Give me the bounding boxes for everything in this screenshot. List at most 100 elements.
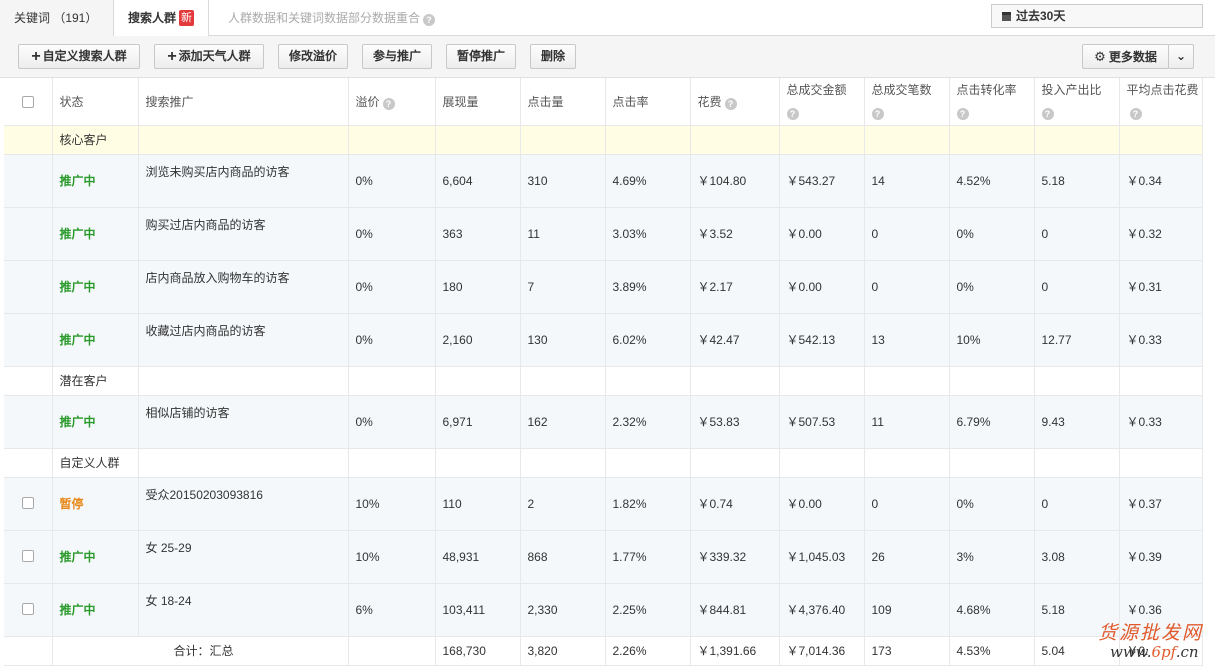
row-select-cell xyxy=(4,583,53,637)
row-status[interactable]: 暂停 xyxy=(52,477,139,531)
join-promo-button[interactable]: 参与推广 xyxy=(362,44,432,69)
add-custom-crowd-button[interactable]: + 自定义搜索人群 xyxy=(18,44,140,69)
row-cvr: 0% xyxy=(949,260,1035,314)
row-premium[interactable]: 10% xyxy=(348,530,436,584)
group-cell xyxy=(779,448,865,478)
row-status[interactable]: 推广中 xyxy=(52,395,139,449)
row-sales: ￥507.53 xyxy=(779,395,865,449)
tab-bar: 关键词 （191） 搜索人群新 人群数据和关键词数据部分数据重合? 过去30天 xyxy=(0,0,1215,37)
col-total-orders[interactable]: 总成交笔数? xyxy=(864,78,950,126)
table-row[interactable]: 推广中 相似店铺的访客 0% 6,971 162 2.32% ￥53.83 ￥507.53 11… xyxy=(4,395,1203,449)
col-clicks[interactable]: 点击量 xyxy=(520,78,606,126)
col-total-sales[interactable]: 总成交金额? xyxy=(779,78,865,126)
row-ctr: 4.69% xyxy=(605,154,691,208)
more-data-button[interactable]: ⚙ 更多数据 xyxy=(1082,44,1169,69)
pause-promo-button[interactable]: 暂停推广 xyxy=(446,44,516,69)
row-crowd-name: 店内商品放入购物车的访客 xyxy=(138,260,349,314)
table-row[interactable]: 推广中女 18-24 6% 103,411 2,330 2.25% ￥844.81 ￥4,3… xyxy=(4,583,1203,637)
row-orders: 0 xyxy=(864,207,950,261)
row-clicks: 2,330 xyxy=(520,583,606,637)
table-row[interactable]: 推广中 店内商品放入购物车的访客 0% 180 7 3.89% ￥2.17 ￥0.00 0 0% 0… xyxy=(4,260,1203,314)
group-cell xyxy=(1119,366,1203,396)
col-roi[interactable]: 投入产出比? xyxy=(1034,78,1120,126)
total-premium xyxy=(348,636,436,666)
group-cell xyxy=(864,125,950,155)
table-row[interactable]: 推广中 收藏过店内商品的访客 0% 2,160 130 6.02% ￥42.47 ￥542.1… xyxy=(4,313,1203,367)
row-status[interactable]: 推广中 xyxy=(52,207,139,261)
group-cell xyxy=(520,448,606,478)
row-impressions: 2,160 xyxy=(435,313,521,367)
col-ctr[interactable]: 点击率 xyxy=(605,78,691,126)
row-ctr: 1.82% xyxy=(605,477,691,531)
group-cell xyxy=(949,366,1035,396)
row-roi: 12.77 xyxy=(1034,313,1120,367)
row-premium[interactable]: 6% xyxy=(348,583,436,637)
row-checkbox[interactable] xyxy=(21,550,34,563)
add-custom-crowd-label: 自定义搜索人群 xyxy=(42,49,127,63)
row-ctr: 3.03% xyxy=(605,207,691,261)
row-premium[interactable]: 0% xyxy=(348,260,436,314)
row-premium[interactable]: 0% xyxy=(348,313,436,367)
help-icon[interactable]: ? xyxy=(382,97,395,110)
tab-search-crowd[interactable]: 搜索人群新 xyxy=(114,0,209,37)
col-impressions[interactable]: 展现量 xyxy=(435,78,521,126)
col-avg-cpc[interactable]: 平均点击花费? xyxy=(1119,78,1203,126)
help-icon[interactable]: ? xyxy=(423,14,436,26)
row-cpc: ￥0.37 xyxy=(1119,477,1203,531)
row-clicks: 130 xyxy=(520,313,606,367)
row-sales: ￥4,376.40 xyxy=(779,583,865,637)
table-row[interactable]: 推广中 浏览未购买店内商品的访客 0% 6,604 310 4.69% ￥104.80 ￥54… xyxy=(4,154,1203,208)
row-select-cell xyxy=(4,154,53,208)
help-icon[interactable]: ? xyxy=(871,108,884,121)
row-checkbox[interactable] xyxy=(21,603,34,616)
total-cvr: 4.53% xyxy=(949,636,1035,666)
row-orders: 109 xyxy=(864,583,950,637)
row-crowd-name: 浏览未购买店内商品的访客 xyxy=(138,154,349,208)
row-premium[interactable]: 0% xyxy=(348,154,436,208)
row-roi: 0 xyxy=(1034,260,1120,314)
edit-premium-button[interactable]: 修改溢价 xyxy=(278,44,348,69)
row-status[interactable]: 推广中 xyxy=(52,583,139,637)
add-weather-crowd-button[interactable]: + 添加天气人群 xyxy=(154,44,264,69)
table-row[interactable]: 推广中女 25-29 10% 48,931 868 1.77% ￥339.32 ￥1,045… xyxy=(4,530,1203,584)
tab-keywords-label: 关键词 （191） xyxy=(14,11,98,25)
group-label: 自定义人群 xyxy=(52,448,139,478)
group-cell xyxy=(1119,125,1203,155)
delete-button[interactable]: 删除 xyxy=(530,44,576,69)
row-premium[interactable]: 0% xyxy=(348,395,436,449)
row-cpc: ￥0.33 xyxy=(1119,313,1203,367)
row-checkbox[interactable] xyxy=(21,497,34,510)
more-data-dropdown[interactable]: ⌄ xyxy=(1168,44,1194,69)
col-cost[interactable]: 花费? xyxy=(690,78,780,126)
group-cell xyxy=(779,366,865,396)
col-roi-label: 投入产出比 xyxy=(1041,83,1102,98)
col-cvr[interactable]: 点击转化率? xyxy=(949,78,1035,126)
row-select-cell xyxy=(4,477,53,531)
help-icon[interactable]: ? xyxy=(1041,108,1054,121)
help-icon[interactable]: ? xyxy=(1129,108,1142,121)
table-row[interactable]: 暂停 受众20150203093816 10% 110 2 1.82% ￥0.74 ￥0.00… xyxy=(4,477,1203,531)
select-all-checkbox[interactable] xyxy=(21,96,34,109)
row-impressions: 6,604 xyxy=(435,154,521,208)
row-status[interactable]: 推广中 xyxy=(52,154,139,208)
row-status[interactable]: 推广中 xyxy=(52,260,139,314)
row-status[interactable]: 推广中 xyxy=(52,530,139,584)
row-premium[interactable]: 0% xyxy=(348,207,436,261)
help-icon[interactable]: ? xyxy=(956,108,969,121)
group-spacer xyxy=(4,448,53,478)
date-range-select[interactable]: 过去30天 xyxy=(991,4,1203,28)
total-cost: ￥1,391.66 xyxy=(690,636,780,666)
row-premium[interactable]: 10% xyxy=(348,477,436,531)
group-cell xyxy=(435,125,521,155)
row-status[interactable]: 推广中 xyxy=(52,313,139,367)
help-icon[interactable]: ? xyxy=(724,97,737,110)
table-row[interactable]: 推广中 购买过店内商品的访客 0% 363 11 3.03% ￥3.52 ￥0.00 0 0% 0 ￥… xyxy=(4,207,1203,261)
toolbar: + 自定义搜索人群 + 添加天气人群 修改溢价 参与推广 暂停推广 删除 ⚙ 更多数据… xyxy=(0,36,1215,78)
crowd-table: 状态 搜索推广 溢价? 展现量 点击量 点击率 花费? 总成交金额? 总成交笔数… xyxy=(4,78,1203,666)
select-all-cell xyxy=(4,78,53,126)
help-icon[interactable]: ? xyxy=(786,108,799,121)
row-orders: 14 xyxy=(864,154,950,208)
group-cell xyxy=(435,448,521,478)
tab-keywords[interactable]: 关键词 （191） xyxy=(0,0,114,36)
group-row: 核心客户 xyxy=(4,125,1203,155)
